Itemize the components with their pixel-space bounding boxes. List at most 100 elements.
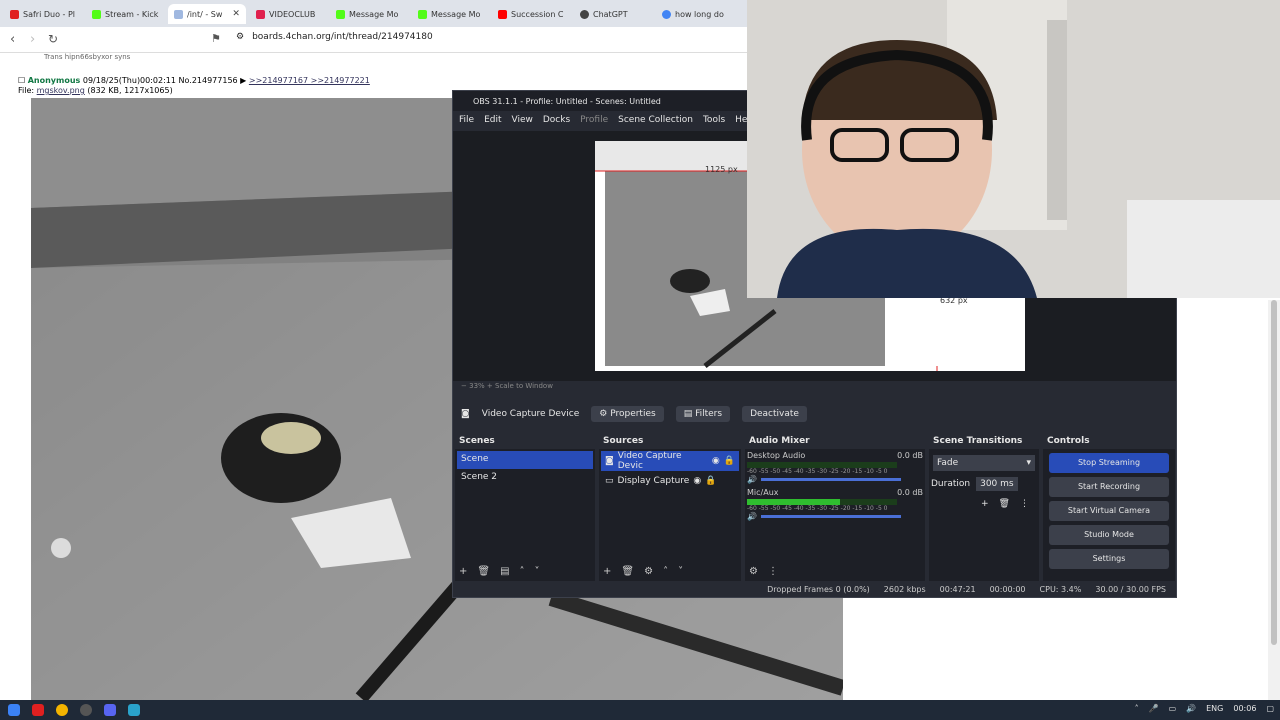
move-up-icon[interactable]: ˄ [663,566,668,577]
menu-view[interactable]: View [512,115,533,131]
menu-file[interactable]: File [459,115,474,131]
deactivate-button[interactable]: Deactivate [742,406,807,422]
bookmark-icon[interactable]: ⚑ [211,32,221,45]
speaker-icon[interactable]: 🔊 [747,475,757,484]
microphone-icon[interactable]: 🎤 [1149,704,1159,713]
add-transition-icon[interactable]: + [981,499,989,509]
studio-mode-button[interactable]: Studio Mode [1049,525,1169,545]
duration-input[interactable]: 300 ms [976,477,1018,491]
system-tray: ˄ 🎤 ▭ 🔊 ENG 00:06 ▢ [1135,704,1274,713]
browser-tab[interactable]: Message Mo [330,4,408,24]
start-icon[interactable] [8,704,20,716]
mixer-settings-icon[interactable]: ⚙ [749,566,758,577]
filter-icon: ▤ [683,409,693,419]
file-link[interactable]: mgskov.png [37,86,85,95]
file-info: (832 KB, 1217x1065) [87,86,173,95]
add-source-icon[interactable]: + [603,566,611,577]
brave-icon[interactable] [32,704,44,716]
browser-tab[interactable]: Safri Duo - Pl [4,4,82,24]
post-datetime[interactable]: 09/18/25(Thu)00:02:11 No.214977156 [83,76,238,85]
source-properties-icon[interactable]: ⚙ [644,566,653,577]
start-recording-button[interactable]: Start Recording [1049,477,1169,497]
browser-tab[interactable]: ChatGPT [574,4,654,24]
transition-select[interactable]: Fade ▾ [933,455,1035,471]
scene-item[interactable]: Scene [457,451,593,469]
settings-button[interactable]: Settings [1049,549,1169,569]
mixer-menu-icon[interactable]: ⋮ [768,566,778,577]
volume-slider[interactable] [760,515,901,518]
filters-button[interactable]: ▤ Filters [675,406,731,422]
remove-source-icon[interactable]: 🗑 [621,566,634,577]
browser-tab[interactable]: Message Mo [412,4,490,24]
network-icon[interactable]: ▭ [1169,704,1177,713]
add-scene-icon[interactable]: + [459,566,467,577]
browser-tab[interactable]: Stream - Kick [86,4,166,24]
source-item[interactable]: ▭ Display Capture ◉ 🔒 [601,471,739,491]
volume-icon[interactable]: 🔊 [1186,704,1196,713]
browser-tab-active[interactable]: /int/ - Sw ✕ [168,4,246,24]
lock-icon[interactable]: 🔒 [724,456,735,466]
stop-streaming-button[interactable]: Stop Streaming [1049,453,1169,473]
volume-slider[interactable] [760,478,901,481]
scene-item[interactable]: Scene 2 [457,469,593,487]
visibility-eye-icon[interactable]: ◉ [693,476,701,486]
close-tab-icon[interactable]: ✕ [232,9,240,19]
language-indicator[interactable]: ENG [1206,704,1223,713]
chevron-up-icon[interactable]: ˄ [1135,704,1139,713]
zoom-mode[interactable]: Scale to Window [495,382,553,390]
zoom-out-icon[interactable]: − [461,382,467,390]
url-field[interactable]: ⚙ boards.4chan.org/int/thread/214974180 [236,32,433,42]
reply-links[interactable]: >>214977167 >>214977221 [249,76,370,85]
site-info-icon[interactable]: ⚙ [236,32,244,42]
browser-tab-strip: Safri Duo - Pl Stream - Kick /int/ - Sw ✕… [0,0,760,27]
lock-icon[interactable]: 🔒 [705,476,716,486]
move-down-icon[interactable]: ˅ [678,566,683,577]
menu-edit[interactable]: Edit [484,115,501,131]
browser-tab[interactable]: how long do [656,4,746,24]
remove-transition-icon[interactable]: 🗑 [999,499,1010,509]
move-down-icon[interactable]: ˅ [535,566,540,577]
start-virtual-camera-button[interactable]: Start Virtual Camera [1049,501,1169,521]
obs-status-bar: Dropped Frames 0 (0.0%) 2602 kbps 00:47:… [453,581,1176,597]
zoom-bar: − 33% + Scale to Window [453,382,1176,394]
scenes-dock: Scenes Scene Scene 2 + 🗑 ▤ ˄ ˅ [455,433,595,581]
back-icon[interactable]: ‹ [10,32,15,47]
move-up-icon[interactable]: ˄ [520,566,525,577]
transition-menu-icon[interactable]: ⋮ [1020,499,1029,509]
discord-icon[interactable] [104,704,116,716]
bitrate: 2602 kbps [883,584,926,594]
notes-icon[interactable] [128,704,140,716]
stream-time: 00:47:21 [939,584,976,594]
post-menu-icon[interactable]: ▶ [240,76,246,85]
zoom-in-icon[interactable]: + [487,382,493,390]
youtube-icon [498,9,507,19]
duration-label: Duration [931,479,971,489]
browser-tab[interactable]: Succession C [492,4,572,24]
selected-source-name: Video Capture Device [481,409,580,419]
speaker-icon[interactable]: 🔊 [747,512,757,521]
properties-button[interactable]: ⚙ Properties [591,406,664,422]
visibility-eye-icon[interactable]: ◉ [712,456,720,466]
scene-filters-icon[interactable]: ▤ [500,566,509,577]
volume-meter-fill [747,499,840,505]
menu-scene-collection[interactable]: Scene Collection [618,115,693,131]
menu-docks[interactable]: Docks [543,115,570,131]
forward-icon[interactable]: › [30,32,35,47]
page-scrollbar-thumb[interactable] [1271,300,1277,645]
cpu-usage: CPU: 3.4% [1039,584,1082,594]
browser-tab[interactable]: VIDEOCLUB [250,4,328,24]
reload-icon[interactable]: ↻ [48,32,58,46]
notifications-icon[interactable]: ▢ [1266,704,1274,713]
post-checkbox[interactable]: ☐ [18,76,25,85]
remove-scene-icon[interactable]: 🗑 [477,566,490,577]
obs-icon[interactable] [80,704,92,716]
audio-mixer-title: Audio Mixer [745,433,925,449]
controls-title: Controls [1043,433,1175,449]
volume-meter [747,499,897,505]
menu-profile[interactable]: Profile [580,115,608,131]
audio-mixer-dock: Audio Mixer Desktop Audio 0.0 dB -60 -55 … [745,433,925,581]
clock[interactable]: 00:06 [1233,704,1256,713]
menu-tools[interactable]: Tools [703,115,725,131]
chrome-icon[interactable] [56,704,68,716]
source-item[interactable]: ◙ Video Capture Devic ◉ 🔒 [601,451,739,471]
